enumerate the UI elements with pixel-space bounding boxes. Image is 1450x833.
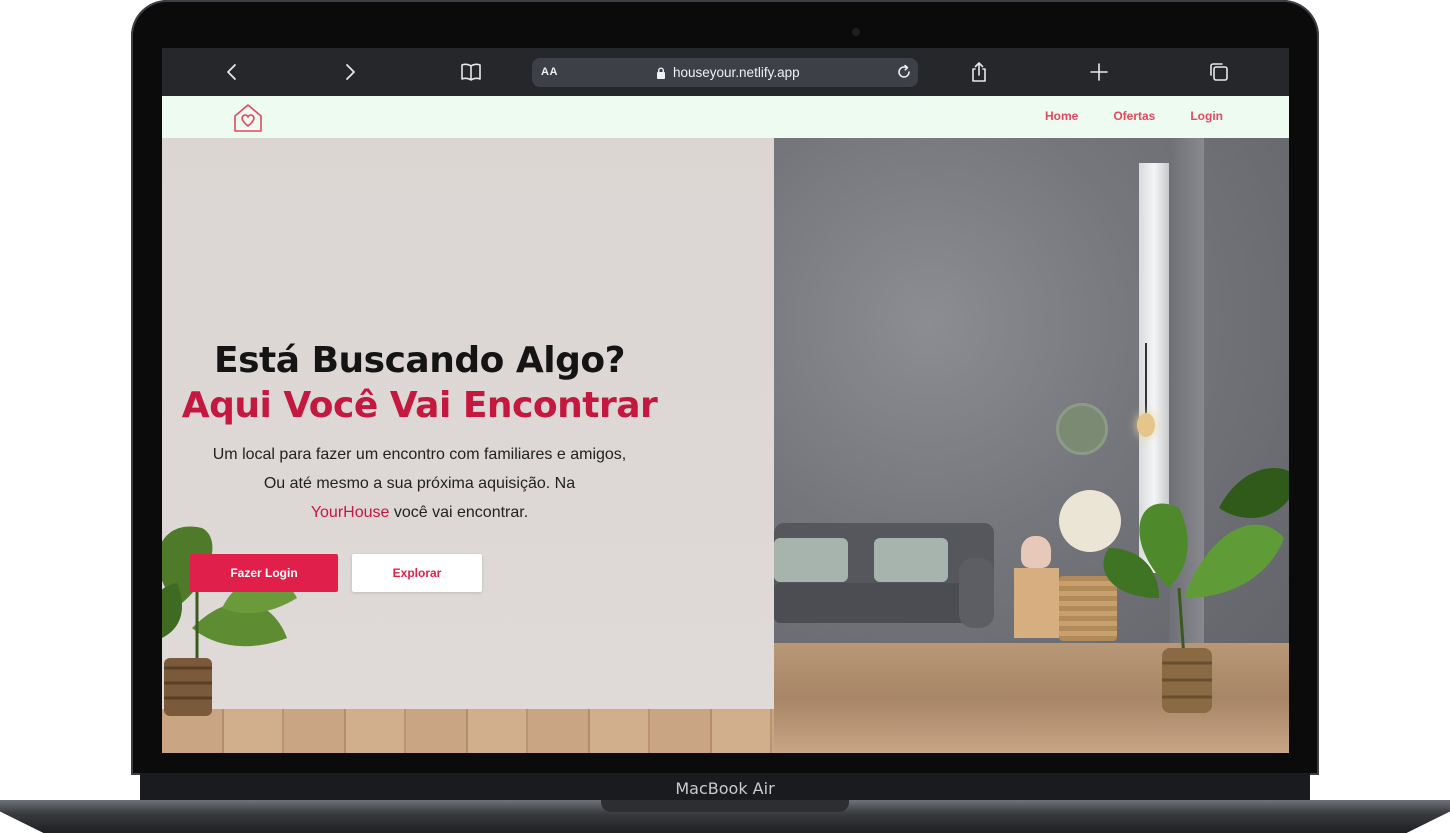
- hero-section: Está Buscando Algo? Aqui Você Vai Encont…: [162, 138, 1289, 753]
- cushion: [774, 538, 848, 582]
- hero-description-end: você vai encontrar.: [393, 504, 529, 521]
- cushion: [874, 538, 948, 582]
- plus-icon[interactable]: [1087, 60, 1111, 84]
- sofa-arm: [959, 558, 994, 628]
- site-header: Home Ofertas Login: [162, 96, 1289, 138]
- house-heart-icon[interactable]: [232, 102, 264, 134]
- browser-toolbar: AA houseyour.netlify.app: [162, 48, 1289, 96]
- hero-content: Está Buscando Algo? Aqui Você Vai Encont…: [162, 338, 677, 527]
- chevron-right-icon[interactable]: [338, 60, 362, 84]
- login-button[interactable]: Fazer Login: [190, 554, 338, 592]
- address-bar[interactable]: AA houseyour.netlify.app: [532, 58, 918, 87]
- hero-description-text: Um local para fazer um encontro com fami…: [212, 446, 627, 492]
- screen: AA houseyour.netlify.app Home Ofertas Lo…: [162, 48, 1289, 753]
- explore-button[interactable]: Explorar: [352, 554, 482, 592]
- laptop-notch: [601, 800, 849, 812]
- lamp-cord: [1145, 343, 1147, 418]
- reload-icon[interactable]: [895, 63, 913, 81]
- hero-right-image: [774, 138, 1289, 753]
- side-table: [1014, 568, 1059, 638]
- sofa-seat: [774, 583, 984, 623]
- potted-plant-image-right: [1103, 468, 1289, 713]
- laptop-chin: MacBook Air: [140, 773, 1310, 803]
- lamp-bulb: [1137, 413, 1155, 437]
- hero-title: Está Buscando Algo?: [214, 340, 625, 381]
- nav-ofertas[interactable]: Ofertas: [1113, 109, 1155, 123]
- main-nav: Home Ofertas Login: [1045, 109, 1223, 123]
- text-size-button[interactable]: AA: [541, 66, 558, 78]
- chevron-left-icon[interactable]: [220, 60, 244, 84]
- tabs-icon[interactable]: [1207, 60, 1231, 84]
- camera-dot: [852, 28, 860, 36]
- hero-subtitle: Aqui Você Vai Encontrar: [181, 385, 658, 426]
- brand-name: YourHouse: [310, 504, 390, 521]
- url-text: houseyour.netlify.app: [673, 65, 800, 80]
- nav-login[interactable]: Login: [1190, 109, 1223, 123]
- hero-description: Um local para fazer um encontro com fami…: [210, 440, 630, 527]
- lock-icon: [656, 66, 666, 79]
- book-icon[interactable]: [459, 60, 483, 84]
- device-label: MacBook Air: [675, 779, 775, 798]
- nav-home[interactable]: Home: [1045, 109, 1078, 123]
- share-icon[interactable]: [967, 60, 991, 84]
- vase: [1021, 536, 1051, 568]
